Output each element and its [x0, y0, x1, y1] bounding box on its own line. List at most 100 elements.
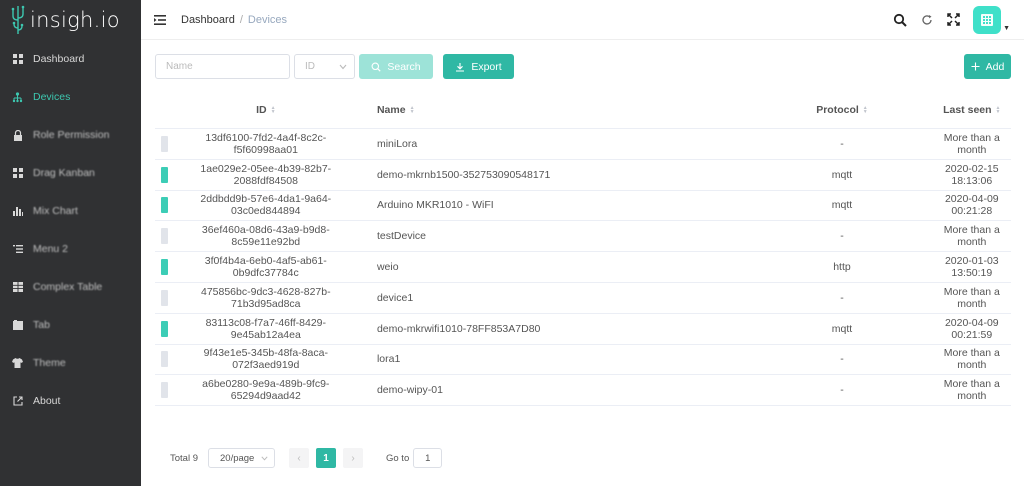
app-logo[interactable]: insigh.io	[0, 0, 141, 40]
sidebar-item-tab[interactable]: Tab	[0, 306, 141, 344]
sort-icon[interactable]: ▲ ▼	[863, 106, 868, 115]
cell-protocol: -	[840, 384, 844, 397]
table-row[interactable]: a6be0280-9e9a-489b-9fc9-65294d9aad42 demo…	[155, 375, 1011, 407]
sidebar-item-devices[interactable]: Devices	[0, 78, 141, 116]
cell-last-seen: More than a month	[943, 378, 1000, 403]
user-avatar-menu[interactable]: ▼	[973, 5, 1010, 34]
sidebar-item-label: Dashboard	[33, 53, 85, 65]
hamburger-icon[interactable]	[153, 13, 167, 27]
refresh-icon[interactable]	[919, 12, 934, 27]
avatar	[973, 5, 1002, 34]
cell-name: Arduino MKR1010 - WiFI	[376, 199, 494, 212]
status-cell	[155, 135, 174, 152]
table-row[interactable]: 13df6100-7fd2-4a4f-8c2c-f5f60998aa01 mini…	[155, 129, 1011, 160]
cell-id: 13df6100-7fd2-4a4f-8c2c-f5f60998aa01	[205, 131, 327, 156]
sidebar-item-drag-kanban[interactable]: Drag Kanban	[0, 154, 141, 192]
sidebar-item-dashboard[interactable]: Dashboard	[0, 40, 141, 78]
devices-icon	[12, 91, 23, 103]
plus-icon	[971, 62, 980, 71]
status-cell	[155, 351, 174, 368]
cell-protocol: -	[840, 353, 844, 366]
sidebar-item-role-permission[interactable]: Role Permission	[0, 116, 141, 154]
sidebar-item-about[interactable]: About	[0, 382, 141, 420]
export-button[interactable]: Export	[443, 54, 514, 79]
chevron-down-icon	[261, 455, 268, 461]
table-row[interactable]: 9f43e1e5-345b-48fa-8aca-072f3aed919d lora…	[155, 345, 1011, 376]
cell-id: 9f43e1e5-345b-48fa-8aca-072f3aed919d	[203, 347, 328, 372]
sort-icon[interactable]: ▲ ▼	[271, 106, 276, 115]
column-header-id[interactable]: ID ▲ ▼	[174, 104, 354, 116]
status-online-indicator	[160, 197, 168, 214]
column-header-name-label: Name	[376, 104, 406, 116]
sidebar-item-label: Tab	[33, 319, 50, 331]
cell-protocol: mqtt	[831, 168, 853, 181]
page-size-select[interactable]: 20/page	[208, 448, 275, 468]
id-select[interactable]: ID	[294, 54, 355, 79]
table-row[interactable]: 3f0f4b4a-6eb0-4af5-ab61-0b9dfc37784c weio…	[155, 252, 1011, 283]
search-button[interactable]: Search	[359, 54, 433, 79]
table-body: 13df6100-7fd2-4a4f-8c2c-f5f60998aa01 mini…	[155, 129, 1011, 407]
sidebar-item-theme[interactable]: Theme	[0, 344, 141, 382]
cell-name: miniLora	[376, 137, 418, 150]
cell-protocol: mqtt	[831, 322, 853, 335]
sidebar-item-complex-table[interactable]: Complex Table	[0, 268, 141, 306]
sort-icon[interactable]: ▲ ▼	[996, 106, 1001, 115]
column-header-last-seen[interactable]: Last seen ▲ ▼	[933, 104, 1011, 116]
table-row[interactable]: 2ddbdd9b-57e6-4da1-9a64-03c0ed844894 Ardu…	[155, 191, 1011, 222]
export-button-label: Export	[471, 60, 502, 73]
external-link-icon	[12, 396, 23, 407]
sidebar-item-label: Mix Chart	[33, 205, 78, 217]
goto-page-input[interactable]: 1	[413, 448, 443, 468]
sidebar-item-mix-chart[interactable]: Mix Chart	[0, 192, 141, 230]
caret-down-icon: ▼	[1003, 24, 1010, 32]
status-cell	[155, 320, 174, 337]
kanban-icon	[12, 168, 23, 179]
status-cell	[155, 228, 174, 245]
chart-icon	[12, 206, 23, 217]
sidebar-item-menu-2[interactable]: Menu 2	[0, 230, 141, 268]
next-page-button[interactable]: ›	[343, 448, 363, 468]
cell-id: 83113c08-f7a7-46ff-8429-9e45ab12a4ea	[205, 316, 327, 341]
dashboard-icon	[12, 54, 23, 65]
column-header-protocol-label: Protocol	[816, 104, 859, 116]
sidebar-item-label: Role Permission	[33, 129, 110, 141]
status-cell	[155, 259, 174, 276]
search-button-label: Search	[387, 60, 421, 73]
add-button-label: Add	[985, 60, 1005, 73]
sidebar-item-label: About	[33, 395, 61, 407]
breadcrumb-dashboard[interactable]: Dashboard	[181, 14, 235, 26]
sidebar-item-label: Drag Kanban	[33, 167, 95, 179]
status-offline-indicator	[160, 289, 168, 306]
column-header-name[interactable]: Name ▲ ▼	[354, 104, 746, 116]
status-cell	[155, 166, 174, 183]
cell-last-seen: More than a month	[943, 347, 1000, 372]
breadcrumb-separator: /	[239, 13, 243, 26]
cell-id: 2ddbdd9b-57e6-4da1-9a64-03c0ed844894	[200, 193, 332, 218]
table-row[interactable]: 1ae029e2-05ee-4b39-82b7-2088fdf84508 demo…	[155, 160, 1011, 191]
page-1-button[interactable]: 1	[316, 448, 336, 468]
cell-id: 1ae029e2-05ee-4b39-82b7-2088fdf84508	[200, 162, 332, 187]
sidebar-item-label: Complex Table	[33, 281, 103, 293]
cell-name: demo-mkrnb1500-352753090548171	[376, 168, 551, 181]
fullscreen-icon[interactable]	[946, 12, 961, 27]
table-row[interactable]: 83113c08-f7a7-46ff-8429-9e45ab12a4ea demo…	[155, 314, 1011, 345]
cell-name: testDevice	[376, 230, 426, 243]
logo-text: insigh.io	[30, 8, 120, 32]
status-cell	[155, 289, 174, 306]
column-header-protocol[interactable]: Protocol ▲ ▼	[746, 104, 932, 116]
name-search-input[interactable]: Name	[155, 54, 290, 79]
add-button[interactable]: Add	[964, 54, 1011, 79]
table-row[interactable]: 36ef460a-08d6-43a9-b9d8-8c59e11e92bd test…	[155, 221, 1011, 253]
status-offline-indicator	[160, 382, 168, 399]
cell-protocol: mqtt	[831, 199, 853, 212]
table-row[interactable]: 475856bc-9dc3-4628-827b-71b3d95ad8ca devi…	[155, 283, 1011, 314]
search-icon[interactable]	[892, 12, 907, 27]
pagination: Total 9 20/page ‹ 1 › Go to 1	[170, 448, 443, 468]
status-offline-indicator	[160, 135, 168, 152]
sidebar-item-label: Menu 2	[33, 243, 69, 255]
id-select-value: ID	[305, 61, 315, 72]
prev-page-button[interactable]: ‹	[289, 448, 309, 468]
cell-name: lora1	[376, 353, 401, 366]
sort-icon[interactable]: ▲ ▼	[410, 106, 415, 115]
goto-page: Go to 1	[386, 448, 443, 468]
